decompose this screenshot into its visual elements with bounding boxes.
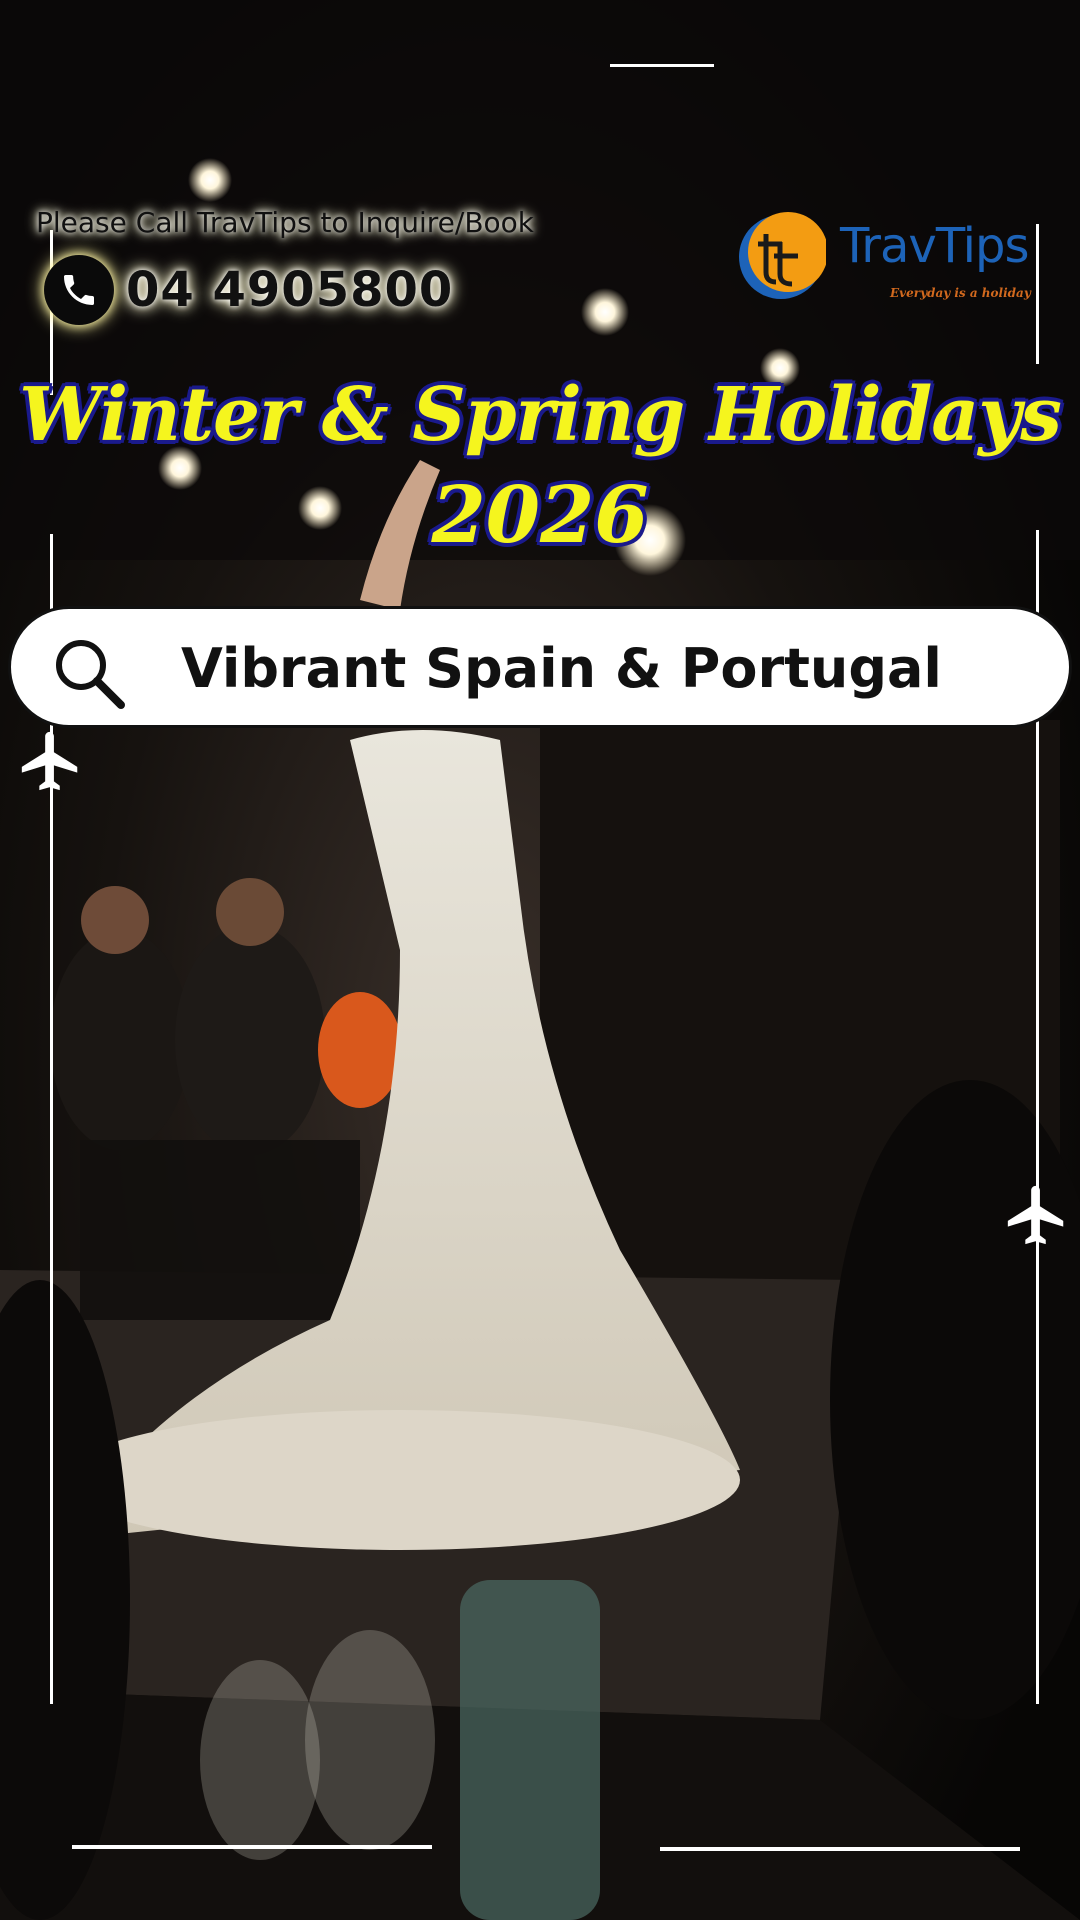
logo-tagline: Everyday is a holiday [890,286,1031,300]
call-to-book-label: Please Call TravTips to Inquire/Book [36,206,534,239]
airplane-icon [21,731,78,791]
logo-mark-icon [739,212,826,299]
destination-searchbar[interactable]: Vibrant Spain & Portugal [8,606,1072,728]
frame-line-bottom-left [72,1845,432,1849]
headline-title: Winter & Spring Holidays [19,372,1062,458]
phone-number: 04 4905800 [126,262,454,318]
phone-contact[interactable]: 04 4905800 [44,254,453,326]
travtips-logo: TravTips Everyday is a holiday [736,212,1038,304]
logo-name: TravTips [840,218,1029,274]
frame-line-top [610,64,714,67]
destination-text: Vibrant Spain & Portugal [181,637,942,700]
airplane-icon [1007,1185,1064,1245]
frame-line-bottom-right [660,1847,1020,1851]
headline-year: 2026 [431,470,649,561]
phone-icon [44,255,114,325]
search-icon [56,640,125,709]
